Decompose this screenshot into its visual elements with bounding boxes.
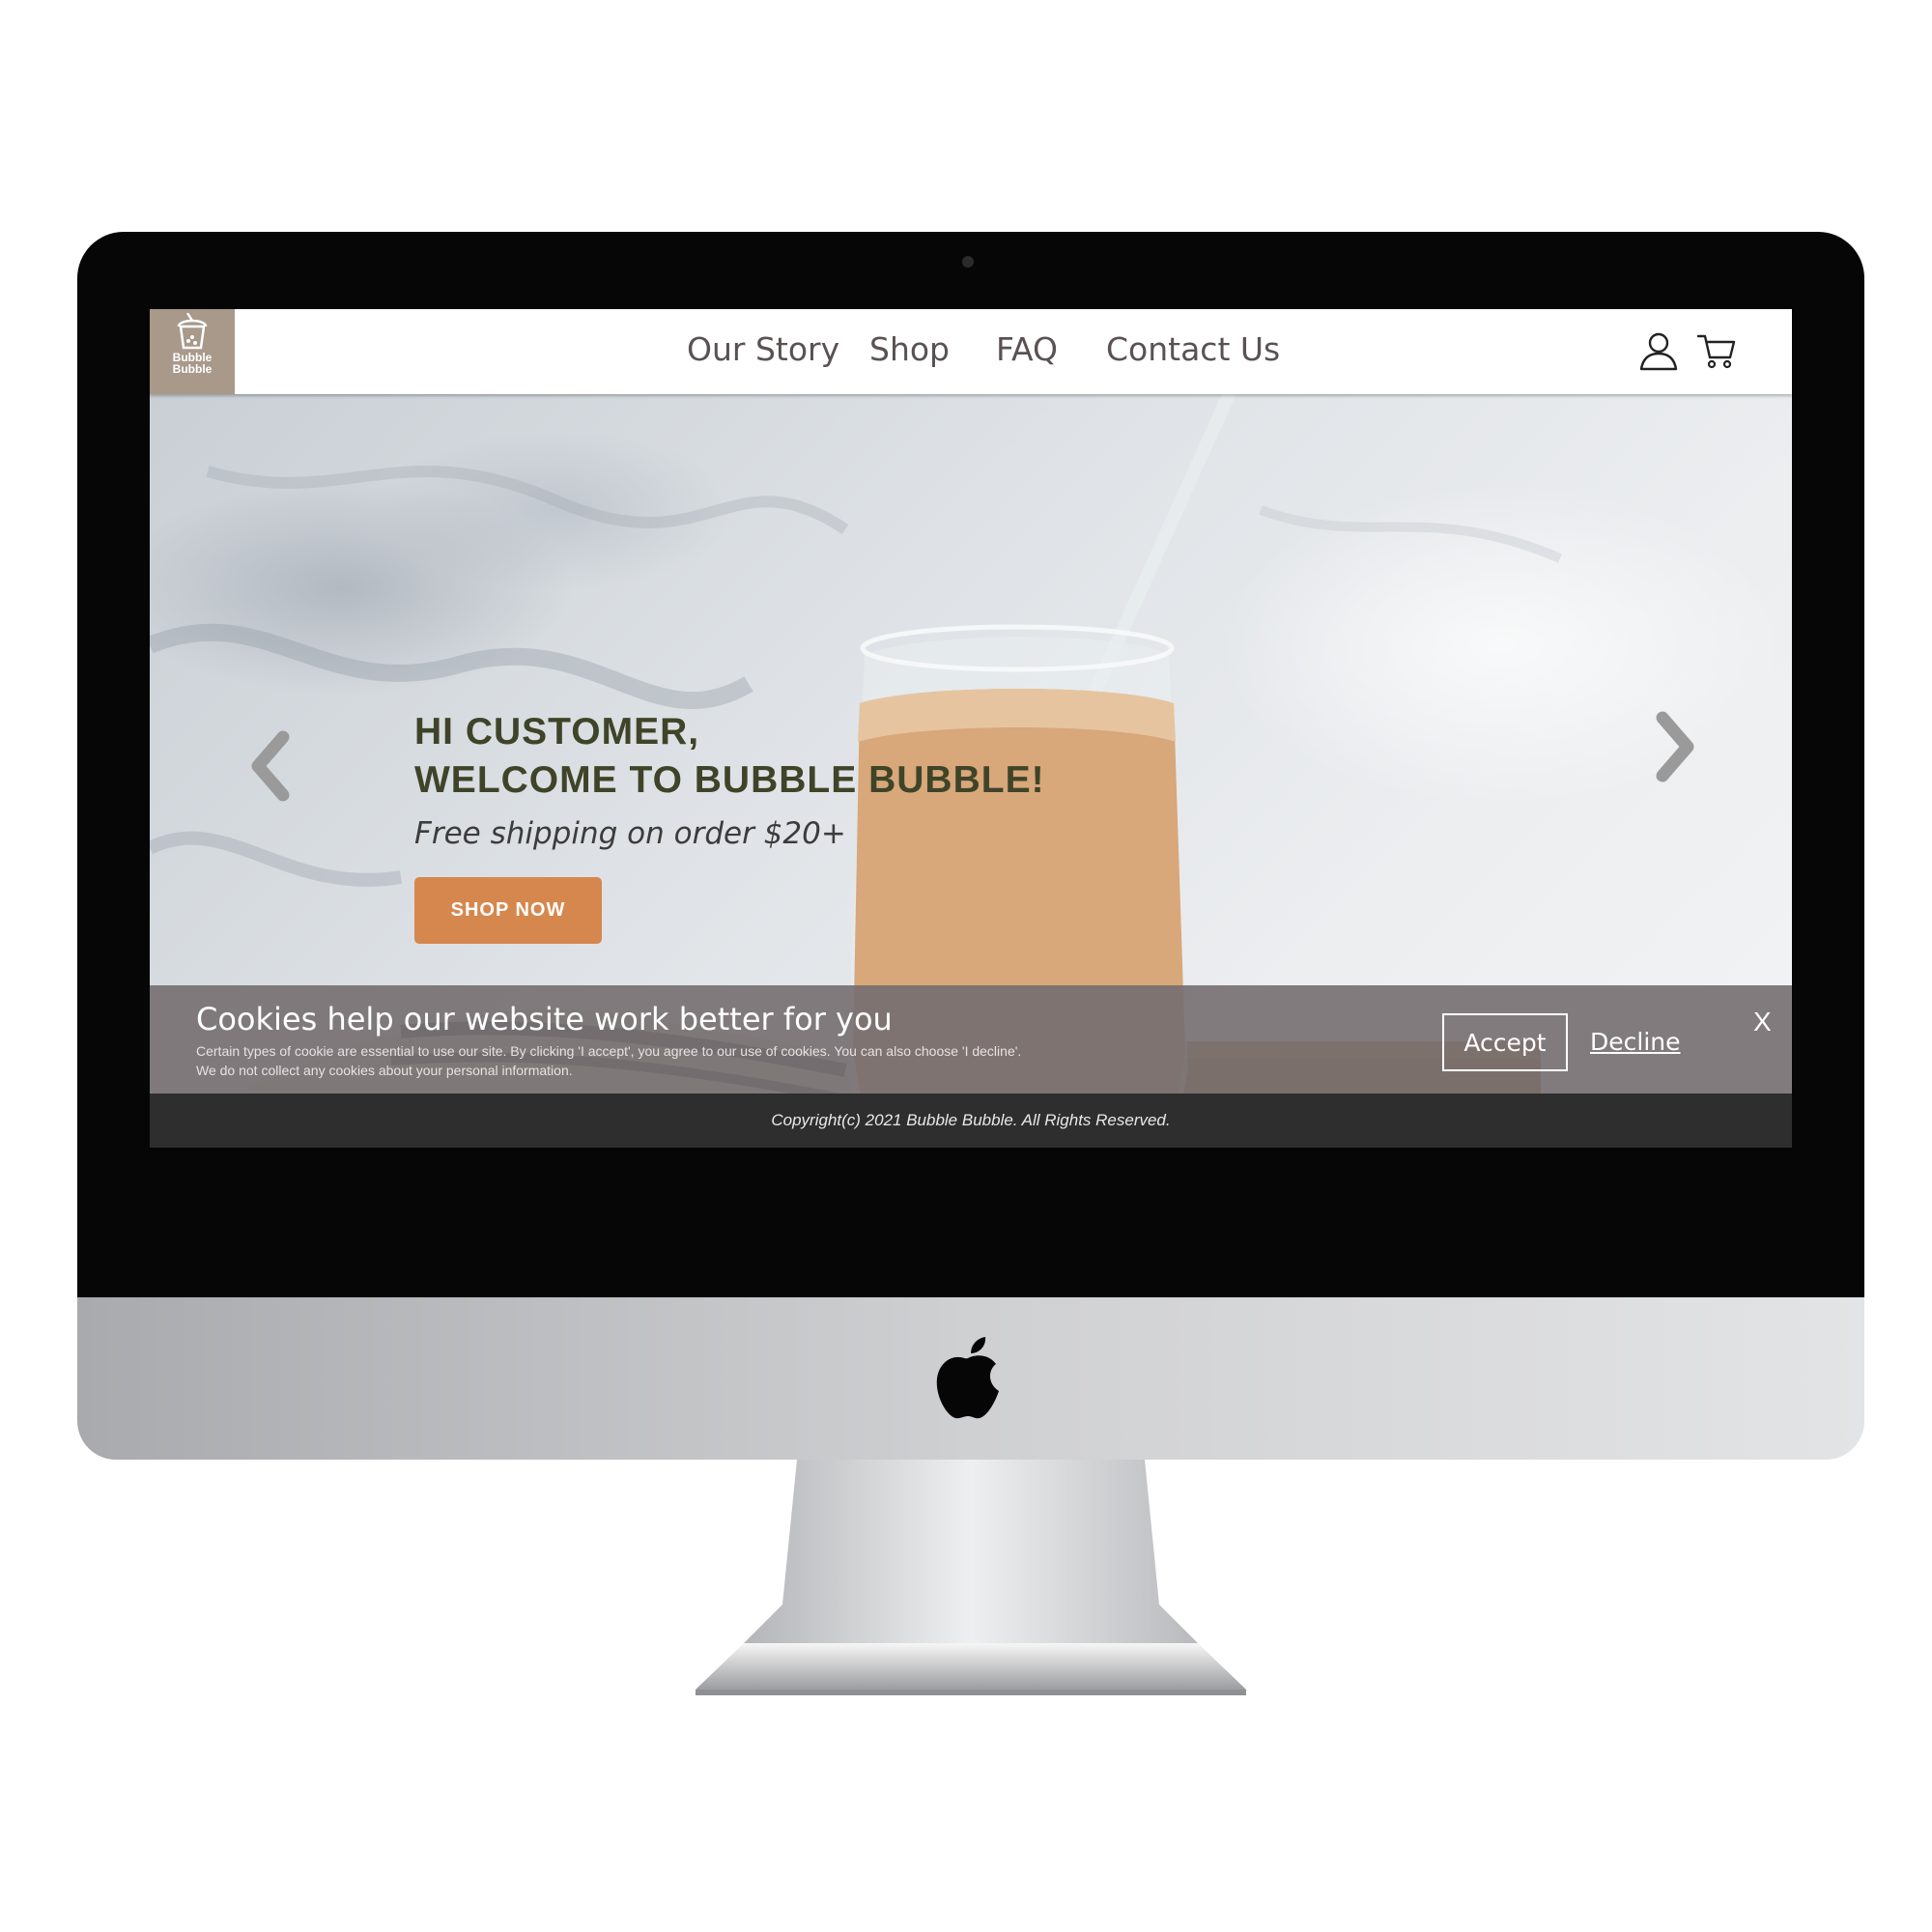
cart-icon[interactable] — [1696, 330, 1737, 371]
hero-headline-line2: WELCOME TO BUBBLE BUBBLE! — [414, 759, 1045, 801]
screen: HI CUSTOMER, WELCOME TO BUBBLE BUBBLE! F… — [150, 309, 1792, 1235]
top-navbar: Bubble Bubble Our Story Shop FAQ Contact… — [150, 309, 1792, 394]
nav-faq[interactable]: FAQ — [996, 330, 1058, 368]
cookie-body: Certain types of cookie are essential to… — [196, 1041, 1162, 1080]
nav-our-story[interactable]: Our Story — [687, 330, 839, 368]
cookie-body-line2: We do not collect any cookies about your… — [196, 1063, 573, 1078]
accept-cookies-button[interactable]: Accept — [1442, 1013, 1568, 1071]
user-icon[interactable] — [1638, 330, 1679, 371]
nav-contact-us[interactable]: Contact Us — [1106, 330, 1280, 368]
hero-headline: HI CUSTOMER, WELCOME TO BUBBLE BUBBLE! — [414, 708, 1045, 805]
hero-subtitle: Free shipping on order $20+ — [414, 816, 846, 851]
decline-cookies-link[interactable]: Decline — [1590, 1028, 1681, 1056]
cookie-body-line1: Certain types of cookie are essential to… — [196, 1043, 1022, 1059]
cookie-banner: Cookies help our website work better for… — [150, 985, 1792, 1094]
screen-bottom-bezel — [150, 1148, 1792, 1235]
cookie-title: Cookies help our website work better for… — [196, 1001, 893, 1037]
copyright-text: Copyright(c) 2021 Bubble Bubble. All Rig… — [771, 1111, 1171, 1129]
bubble-cup-icon — [177, 313, 208, 350]
nav-shop[interactable]: Shop — [869, 330, 950, 368]
chevron-right-icon[interactable] — [1645, 708, 1703, 785]
brand-logo[interactable]: Bubble Bubble — [150, 309, 235, 394]
hero-headline-line1: HI CUSTOMER, — [414, 711, 700, 753]
nav-links: Our Story Shop FAQ Contact Us — [150, 309, 1792, 394]
shop-now-button[interactable]: SHOP NOW — [414, 877, 602, 944]
monitor-stand — [696, 1460, 1246, 1695]
logo-text: Bubble Bubble — [150, 352, 235, 375]
chevron-left-icon[interactable] — [242, 727, 300, 805]
camera-icon — [962, 256, 974, 268]
apple-logo-icon — [936, 1337, 999, 1419]
logo-line2: Bubble — [172, 362, 213, 376]
close-cookie-banner-button[interactable]: X — [1753, 1007, 1772, 1037]
